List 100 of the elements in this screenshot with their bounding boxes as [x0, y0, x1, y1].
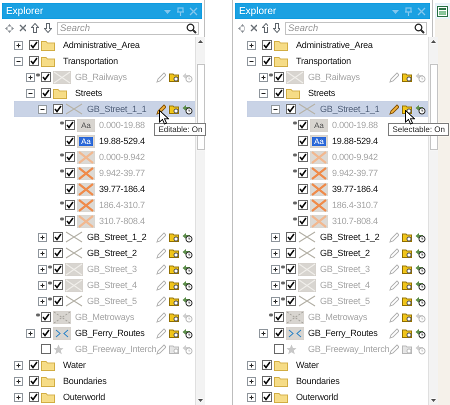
expand-icon[interactable] [271, 280, 280, 290]
checkbox[interactable] [286, 264, 296, 274]
folder-search-icon[interactable] [169, 296, 180, 306]
arrow-down-icon[interactable] [44, 23, 52, 33]
checkbox[interactable] [262, 40, 272, 50]
collapse-icon[interactable] [259, 88, 268, 98]
arrow-down-icon[interactable] [273, 23, 280, 33]
checkbox[interactable] [298, 200, 308, 210]
expand-icon[interactable] [247, 40, 256, 50]
folder-search-icon[interactable] [402, 296, 414, 306]
expand-icon[interactable] [26, 72, 35, 82]
collapse-icon[interactable] [247, 56, 256, 66]
checkbox[interactable] [286, 248, 296, 258]
expand-icon[interactable] [247, 360, 256, 370]
checkbox[interactable] [41, 328, 51, 338]
checkbox[interactable] [286, 104, 296, 114]
checkbox[interactable] [53, 296, 63, 306]
checkbox[interactable] [298, 136, 308, 146]
collapse-icon[interactable] [14, 56, 23, 66]
expand-icon[interactable] [38, 232, 47, 242]
checkbox[interactable] [65, 168, 75, 178]
checkbox[interactable] [65, 120, 75, 130]
snap-icon[interactable] [415, 104, 426, 114]
snap-icon[interactable] [415, 248, 426, 258]
expand-icon[interactable] [271, 296, 280, 306]
checkbox[interactable] [262, 376, 272, 386]
checkbox[interactable] [53, 264, 63, 274]
expand-icon[interactable] [14, 40, 23, 50]
checkbox[interactable] [262, 392, 272, 402]
checkbox[interactable] [41, 72, 51, 82]
checkbox[interactable] [29, 56, 39, 66]
expand-icon[interactable] [271, 264, 280, 274]
snap-icon[interactable] [415, 264, 426, 274]
collapse-icon[interactable] [271, 104, 280, 114]
folder-search-icon[interactable] [169, 264, 180, 274]
expand-icon[interactable] [271, 232, 280, 242]
folder-search-icon[interactable] [402, 280, 414, 290]
folder-search-icon[interactable] [402, 232, 414, 242]
snap-icon[interactable] [182, 296, 194, 306]
snap-icon[interactable] [415, 232, 426, 242]
checkbox[interactable] [274, 88, 284, 98]
snap-icon[interactable] [415, 296, 426, 306]
expand-icon[interactable] [259, 72, 268, 82]
checkbox[interactable] [286, 280, 296, 290]
search-field[interactable]: Search [56, 22, 199, 34]
snap-icon[interactable] [182, 232, 194, 242]
expand-icon[interactable] [14, 376, 23, 386]
snap-icon[interactable] [182, 264, 194, 274]
checkbox[interactable] [298, 184, 308, 194]
checkbox[interactable] [41, 312, 51, 322]
search-field[interactable]: Search [285, 22, 427, 34]
checkbox[interactable] [298, 216, 308, 226]
folder-search-icon[interactable] [402, 328, 414, 338]
checkbox[interactable] [274, 328, 284, 338]
search-icon[interactable] [414, 22, 425, 34]
checkbox[interactable] [65, 216, 75, 226]
expand-icon[interactable] [38, 248, 47, 258]
checkbox[interactable] [53, 248, 63, 258]
checkbox[interactable] [65, 184, 75, 194]
folder-search-icon[interactable] [169, 328, 180, 338]
folder-search-icon[interactable] [169, 248, 180, 258]
folder-search-icon[interactable] [169, 72, 180, 82]
expand-icon[interactable] [14, 392, 23, 402]
checkbox[interactable] [29, 40, 39, 50]
collapse-icon[interactable] [26, 88, 35, 98]
checkbox[interactable] [274, 344, 284, 354]
expand-icon[interactable] [247, 376, 256, 386]
folder-search-icon[interactable] [169, 280, 180, 290]
checkbox[interactable] [41, 88, 51, 98]
checkbox[interactable] [298, 152, 308, 162]
move-icon[interactable] [5, 24, 14, 32]
search-icon[interactable] [186, 22, 197, 34]
checkbox[interactable] [53, 280, 63, 290]
expand-icon[interactable] [247, 392, 256, 402]
checkbox[interactable] [41, 344, 51, 354]
checkbox[interactable] [65, 152, 75, 162]
checkbox[interactable] [53, 232, 63, 242]
folder-search-icon[interactable] [169, 104, 180, 114]
checkbox[interactable] [65, 136, 75, 146]
checkbox[interactable] [262, 56, 272, 66]
folder-search-icon[interactable] [402, 312, 414, 322]
checkbox[interactable] [298, 168, 308, 178]
checkbox[interactable] [286, 296, 296, 306]
arrow-up-icon[interactable] [31, 23, 40, 33]
folder-search-icon[interactable] [169, 232, 180, 242]
expand-icon[interactable] [259, 328, 268, 338]
snap-icon[interactable] [182, 280, 194, 290]
snap-icon[interactable] [182, 328, 194, 338]
expand-icon[interactable] [38, 280, 47, 290]
folder-search-icon[interactable] [402, 264, 414, 274]
snap-icon[interactable] [182, 248, 194, 258]
checkbox[interactable] [53, 104, 63, 114]
folder-search-icon[interactable] [169, 312, 180, 322]
map-tab-icon[interactable] [437, 6, 448, 16]
folder-search-icon[interactable] [402, 104, 414, 114]
folder-search-icon[interactable] [402, 72, 414, 82]
checkbox[interactable] [298, 120, 308, 130]
move-icon[interactable] [238, 24, 246, 32]
checkbox[interactable] [274, 72, 284, 82]
expand-icon[interactable] [38, 296, 47, 306]
